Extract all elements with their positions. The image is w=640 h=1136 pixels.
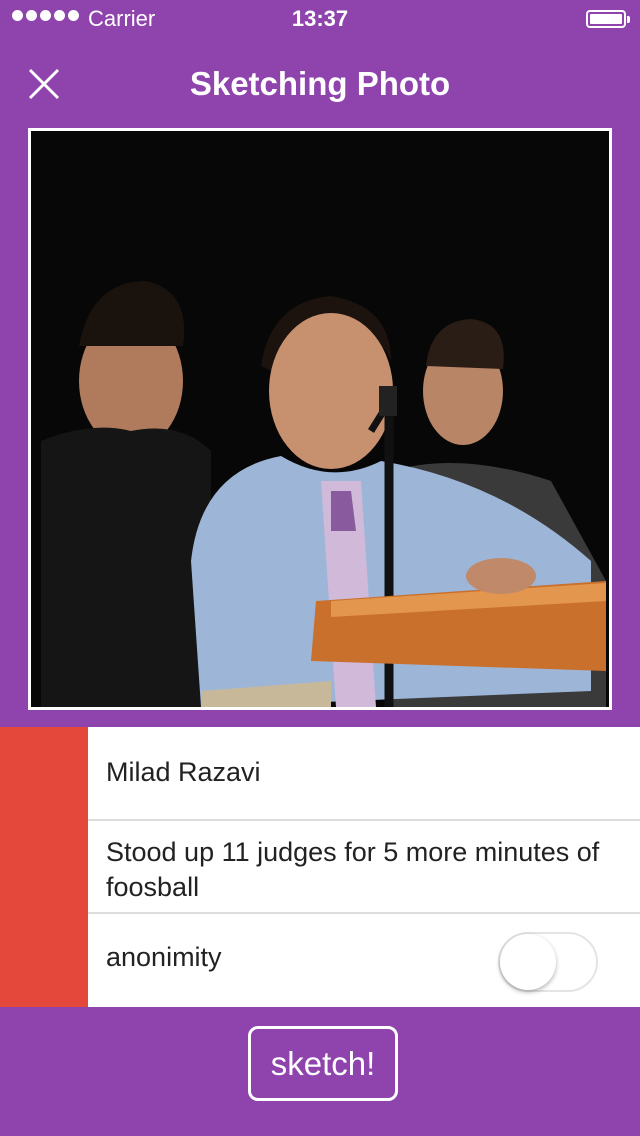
name-value: Milad Razavi <box>106 757 261 787</box>
description-value: Stood up 11 judges for 5 more minutes of… <box>106 837 600 902</box>
close-icon <box>28 68 60 100</box>
close-button[interactable] <box>22 62 66 106</box>
name-field[interactable]: Milad Razavi <box>88 727 640 821</box>
toggle-knob <box>500 934 556 990</box>
sketch-photo <box>28 128 612 710</box>
page-title: Sketching Photo <box>189 65 451 102</box>
description-field[interactable]: Stood up 11 judges for 5 more minutes of… <box>88 821 640 914</box>
sketch-button[interactable]: sketch! <box>248 1026 398 1101</box>
anonymity-label: anonimity <box>106 942 222 972</box>
battery-icon <box>586 10 630 28</box>
accent-bar <box>0 727 88 1007</box>
status-bar: Carrier 13:37 <box>0 0 640 40</box>
status-time: 13:37 <box>291 6 349 31</box>
navigation-bar: Sketching Photo <box>0 40 640 128</box>
anonymity-row: anonimity <box>88 914 640 1007</box>
anonymity-toggle[interactable] <box>498 932 598 992</box>
sketch-form: Milad Razavi Stood up 11 judges for 5 mo… <box>0 727 640 1007</box>
form-fields: Milad Razavi Stood up 11 judges for 5 mo… <box>88 727 640 1007</box>
